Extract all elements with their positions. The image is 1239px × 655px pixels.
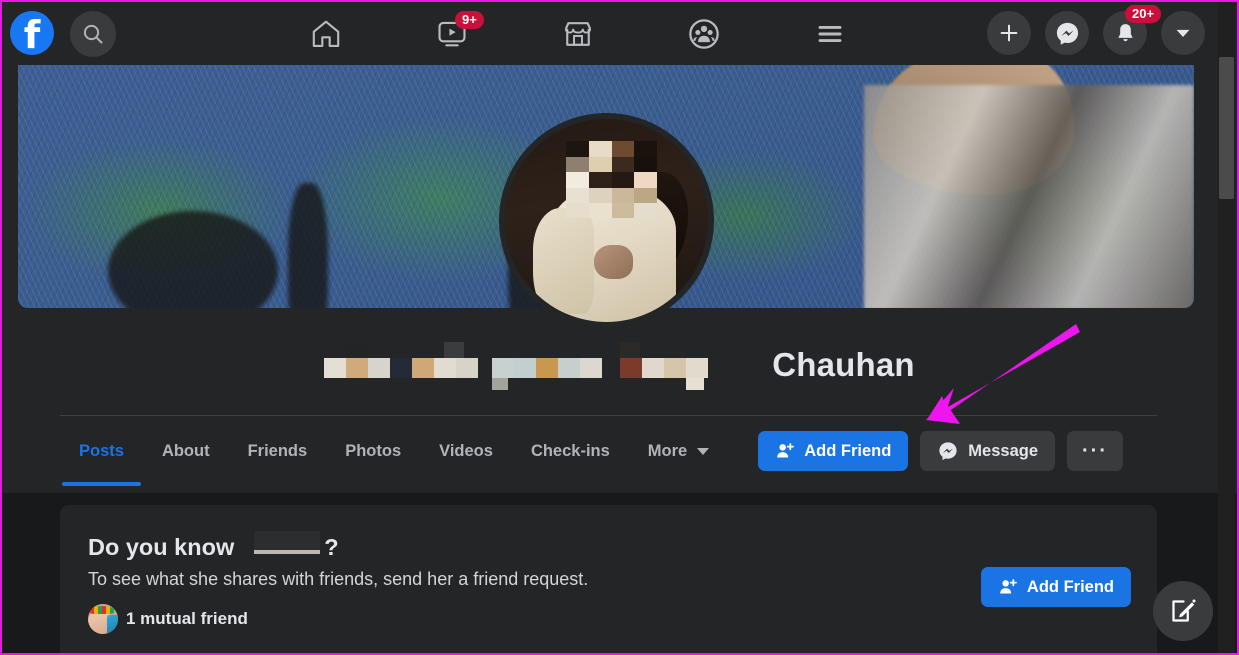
tab-videos[interactable]: Videos [420, 416, 512, 486]
cover-fur-shape [864, 85, 1194, 308]
card-title-suffix: ? [324, 534, 339, 560]
card-name-redacted [254, 531, 321, 555]
menu-icon [818, 25, 842, 42]
card-add-friend-label: Add Friend [1026, 577, 1114, 596]
tab-more-label: More [647, 441, 688, 460]
profile-name-row: Chauhan [2, 335, 1237, 395]
person-plus-icon [777, 443, 795, 458]
mutual-friends-label: 1 mutual friend [126, 609, 248, 628]
tab-more[interactable]: More [629, 416, 728, 486]
nav-right-group: 20+ [987, 5, 1205, 55]
card-title: Do you know ? [88, 531, 1129, 561]
facebook-logo-letter: f [23, 13, 41, 57]
avatar-image [505, 119, 708, 322]
tab-posts[interactable]: Posts [60, 416, 143, 486]
mutual-friend-avatar [88, 604, 118, 634]
more-options-button[interactable]: ··· [1067, 431, 1124, 471]
person-plus-icon [1000, 579, 1017, 594]
do-you-know-card: Do you know ? To see what she shares wit… [60, 505, 1157, 653]
add-friend-button[interactable]: Add Friend [758, 431, 909, 471]
tab-about[interactable]: About [143, 416, 229, 486]
nav-marketplace-button[interactable] [554, 10, 602, 58]
tab-friends-label: Friends [247, 441, 308, 460]
profile-display-name: Chauhan [772, 346, 915, 383]
search-button[interactable] [70, 11, 116, 57]
home-icon [312, 20, 340, 47]
more-options-label: ··· [1082, 439, 1108, 462]
tab-videos-label: Videos [439, 441, 493, 460]
tab-checkins-label: Check-ins [530, 441, 610, 460]
nav-menu-button[interactable] [806, 10, 854, 58]
groups-icon [689, 18, 719, 49]
marketplace-icon [564, 21, 592, 46]
tab-posts-label: Posts [79, 441, 124, 460]
chevron-down-icon [697, 447, 710, 455]
message-button[interactable]: Message [920, 431, 1056, 471]
tab-friends[interactable]: Friends [229, 416, 327, 486]
avatar-hand-shape [594, 244, 633, 280]
profile-tabs-row: Posts About Friends Photos Videos Check-… [60, 416, 1180, 486]
nav-center-group: 9+ [302, 2, 854, 65]
avatar-arm-shape [533, 208, 595, 314]
notifications-button[interactable]: 20+ [1103, 5, 1162, 55]
notifications-badge: 20+ [1125, 5, 1162, 23]
compose-button[interactable] [1153, 581, 1213, 641]
profile-avatar[interactable] [499, 113, 714, 328]
top-navigation-bar: f 9+ 20+ [2, 2, 1237, 65]
messenger-button[interactable] [1045, 11, 1089, 55]
message-label: Message [968, 441, 1039, 460]
avatar-face-pixelation [565, 141, 658, 219]
nav-watch-button[interactable]: 9+ [428, 10, 484, 58]
tab-photos[interactable]: Photos [326, 416, 420, 486]
card-subtitle: To see what she shares with friends, sen… [88, 569, 589, 589]
create-plus-icon [1000, 24, 1018, 42]
profile-action-buttons: Add Friend Message ··· [758, 431, 1124, 471]
messenger-icon [939, 442, 957, 461]
nav-home-button[interactable] [302, 10, 350, 58]
card-add-friend-button[interactable]: Add Friend [980, 567, 1131, 607]
notifications-bell-icon [1117, 23, 1133, 41]
profile-name-redacted [324, 342, 716, 390]
add-friend-label: Add Friend [804, 441, 892, 460]
account-chevron-icon [1176, 29, 1190, 38]
facebook-profile-screen: f 9+ 20+ Chauhan Posts About Friends Pho… [0, 0, 1239, 655]
compose-pencil-icon [1172, 599, 1196, 622]
profile-header-section: Chauhan Posts About Friends Photos Video… [2, 65, 1237, 493]
search-icon [83, 24, 103, 44]
card-title-prefix: Do you know [88, 534, 235, 560]
mutual-friends-row[interactable]: 1 mutual friend [88, 604, 1129, 634]
tab-photos-label: Photos [345, 441, 402, 460]
tab-about-label: About [161, 441, 210, 460]
tab-checkins[interactable]: Check-ins [512, 416, 629, 486]
nav-groups-button[interactable] [680, 10, 728, 58]
create-button[interactable] [987, 11, 1031, 55]
account-menu-button[interactable] [1161, 11, 1205, 55]
watch-badge: 9+ [455, 10, 484, 29]
page-scrollbar-thumb[interactable] [1219, 57, 1234, 199]
facebook-logo[interactable]: f [10, 11, 54, 55]
messenger-icon [1056, 22, 1078, 45]
